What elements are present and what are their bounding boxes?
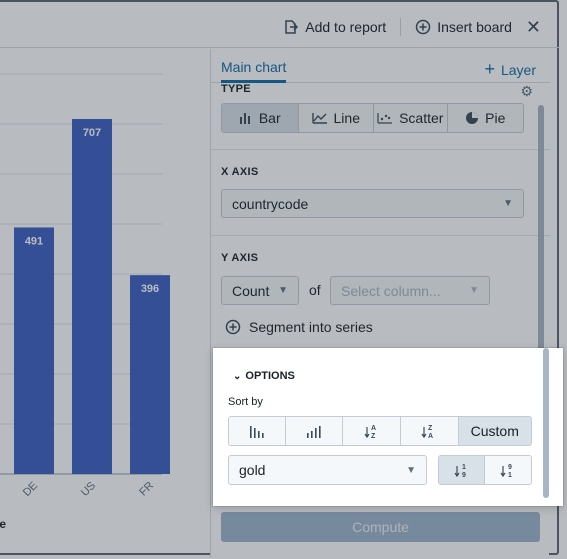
bar-de[interactable] [14,227,54,474]
x-axis-title: de [0,517,7,531]
sort-field-select[interactable]: gold ▼ [228,455,427,485]
bar-us[interactable] [72,119,112,474]
section-divider [211,235,550,236]
pie-chart-icon [466,112,479,124]
chevron-down-icon: ▼ [278,285,288,296]
sort-ascending-button[interactable] [285,417,344,445]
gear-icon[interactable]: ⚙ [520,83,533,100]
y-aggregation-select[interactable]: Count ▼ [221,276,299,305]
sort-custom-button[interactable]: Custom [458,417,531,445]
toolbar-divider [400,18,402,36]
type-pie-label: Pie [485,110,506,126]
type-bar-label: Bar [258,110,281,126]
type-section-label: TYPE [221,83,251,95]
top-actions: Add to report Insert board ✕ [275,16,541,38]
y-axis-section-label: Y AXIS [221,252,259,264]
chevron-down-icon: ▼ [503,198,513,209]
compute-button[interactable]: Compute [221,512,540,542]
add-to-report-button[interactable]: Add to report [275,16,394,38]
x-axis-value: countrycode [232,195,309,212]
add-to-report-label: Add to report [305,19,387,35]
sort-numeric-asc-icon: 19 [454,464,466,478]
y-aggregation-value: Count [232,282,270,299]
sort-alpha-asc-button[interactable]: AZ [343,417,401,445]
y-column-placeholder: Select column... [341,282,441,299]
sort-alphabetical-icon: AZ [364,425,376,439]
tab-main-chart[interactable]: Main chart [221,59,287,83]
type-scatter-button[interactable]: Scatter [374,104,448,132]
panel-tabs: Main chart + Layer [211,49,550,83]
insert-board-label: Insert board [437,19,512,35]
chevron-down-icon: ▼ [469,285,479,296]
line-chart-icon [311,113,327,124]
section-divider [211,149,550,150]
svg-text:9: 9 [508,464,512,471]
svg-text:A: A [428,433,433,439]
type-line-label: Line [333,110,360,126]
chart-plot-area: 491 DE 707 US 396 FR [0,49,214,509]
x-tick-label: FR [137,480,156,499]
top-bar: Add to report Insert board ✕ [0,2,559,48]
segment-into-series-button[interactable]: Segment into series [225,319,373,335]
chevron-down-icon: ▼ [406,464,416,476]
sort-alphabetical-desc-icon: ZA [421,425,433,439]
export-icon [285,20,299,34]
svg-text:9: 9 [462,472,466,478]
bar-value-label: 707 [83,127,101,139]
type-line-button[interactable]: Line [298,104,374,132]
close-icon[interactable]: ✕ [526,17,541,38]
x-axis-select[interactable]: countrycode ▼ [221,189,524,218]
sort-ascending-icon [306,425,321,438]
svg-text:1: 1 [462,464,466,471]
bar-value-label: 396 [141,283,159,295]
svg-text:A: A [371,425,376,432]
segment-label: Segment into series [249,319,373,335]
type-bar-button[interactable]: Bar [222,104,299,132]
bar-chart-icon [239,113,250,124]
svg-text:1: 1 [508,472,512,478]
insert-board-button[interactable]: Insert board [407,16,520,38]
sort-mode-selector: AZ ZA Custom [228,416,532,446]
options-scrollbar[interactable] [543,348,549,498]
options-section: ⌄ OPTIONS Sort by AZ ZA Custom gold ▼ 1 … [213,348,563,506]
plus-icon: + [484,59,495,79]
bar-fr[interactable] [130,275,170,474]
bar-value-label: 491 [25,235,43,247]
svg-text:Z: Z [428,425,433,432]
sort-alpha-desc-button[interactable]: ZA [400,417,459,445]
tab-layer-label: Layer [500,62,536,78]
chevron-down-icon: ⌄ [233,370,242,382]
options-toggle[interactable]: ⌄ OPTIONS [233,370,295,382]
sort-descending-icon [249,425,264,438]
x-tick-label: DE [21,480,40,499]
add-circle-icon [225,319,241,335]
sort-numeric-desc-button[interactable]: 91 [485,456,531,484]
tab-add-layer[interactable]: + Layer [484,59,536,80]
sort-numeric-asc-button[interactable]: 19 [439,456,486,484]
sort-descending-button[interactable] [229,417,286,445]
app-stage: Add to report Insert board ✕ 491 DE 707 US 3… [0,0,567,559]
type-scatter-label: Scatter [399,110,444,126]
sort-numeric-desc-icon: 91 [500,464,512,478]
x-axis-section-label: X AXIS [221,166,259,178]
sort-by-label: Sort by [228,396,263,408]
sort-direction-selector: 19 91 [438,455,532,485]
bar-chart: 491 DE 707 US 396 FR [0,73,170,499]
svg-text:Z: Z [371,433,376,439]
chart-type-selector: Bar Line Scatter Pie [221,103,524,133]
y-column-select[interactable]: Select column... ▼ [330,276,490,305]
sort-custom-label: Custom [470,423,519,439]
x-tick-label: US [79,480,98,499]
type-pie-button[interactable]: Pie [447,104,523,132]
sort-field-value: gold [239,462,266,478]
scatter-icon [377,113,393,124]
options-label: OPTIONS [245,370,295,382]
of-label: of [309,282,321,298]
add-circle-icon [415,19,431,35]
